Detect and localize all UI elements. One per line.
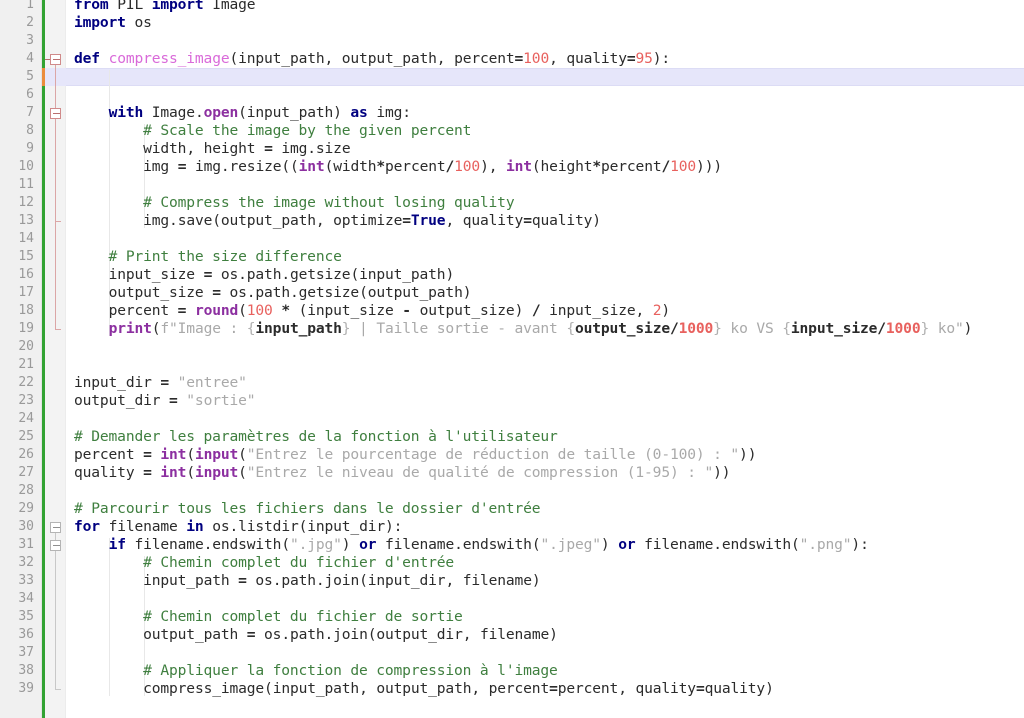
code-line[interactable]: percent = int(input("Entrez le pourcenta… [74, 446, 756, 464]
line-number: 16 [18, 267, 34, 282]
line-number: 25 [18, 429, 34, 444]
code-line[interactable]: # Demander les paramètres de la fonction… [74, 428, 558, 446]
line-number: 15 [18, 249, 34, 264]
line-number: 7 [26, 105, 34, 120]
line-number: 17 [18, 285, 34, 300]
line-number: 14 [18, 231, 34, 246]
code-line[interactable]: # Chemin complet du fichier d'entrée [74, 554, 454, 572]
code-line[interactable]: # Scale the image by the given percent [74, 122, 471, 140]
fold-connector-arm [45, 59, 50, 60]
code-line[interactable]: print(f"Image : {input_path} | Taille so… [74, 320, 973, 338]
fold-collapse-icon [53, 59, 60, 60]
code-line[interactable]: import os [74, 14, 152, 32]
line-number: 28 [18, 483, 34, 498]
line-number: 33 [18, 573, 34, 588]
line-number: 22 [18, 375, 34, 390]
line-number: 9 [26, 141, 34, 156]
code-line[interactable]: def compress_image(input_path, output_pa… [74, 50, 670, 68]
line-number: 39 [18, 681, 34, 696]
code-line[interactable]: # Parcourir tous les fichiers dans le do… [74, 500, 541, 518]
code-line[interactable]: img = img.resize((int(width*percent/100)… [74, 158, 722, 176]
fold-collapse-icon [53, 527, 60, 528]
line-number: 19 [18, 321, 34, 336]
fold-region-line [55, 551, 56, 689]
line-number: 30 [18, 519, 34, 534]
caret-line-highlight [66, 68, 1024, 86]
code-line[interactable]: # Chemin complet du fichier de sortie [74, 608, 463, 626]
fold-marker-for-filename[interactable] [50, 522, 61, 533]
code-line[interactable]: if filename.endswith(".jpg") or filename… [74, 536, 869, 554]
fold-region-end [55, 329, 61, 330]
line-number: 12 [18, 195, 34, 210]
line-number: 13 [18, 213, 34, 228]
code-line[interactable]: from PIL import Image [74, 0, 256, 14]
code-line[interactable]: output_dir = "sortie" [74, 392, 256, 410]
line-number: 21 [18, 357, 34, 372]
fold-region-end [55, 689, 61, 690]
line-number: 29 [18, 501, 34, 516]
line-number: 2 [26, 15, 34, 30]
line-number: 3 [26, 33, 34, 48]
line-number: 11 [18, 177, 34, 192]
code-line[interactable]: compress_image(input_path, output_path, … [74, 680, 774, 698]
fold-marker-if-endswith[interactable] [50, 540, 61, 551]
line-number: 24 [18, 411, 34, 426]
fold-marker-def-compress-image[interactable] [50, 54, 61, 65]
fold-collapse-icon [53, 545, 60, 546]
code-line[interactable]: input_dir = "entree" [74, 374, 247, 392]
line-number: 31 [18, 537, 34, 552]
line-number: 20 [18, 339, 34, 354]
line-number: 5 [26, 69, 34, 84]
line-number: 37 [18, 645, 34, 660]
line-number: 8 [26, 123, 34, 138]
line-number: 10 [18, 159, 34, 174]
code-line[interactable]: # Appliquer la fonction de compression à… [74, 662, 558, 680]
line-number: 36 [18, 627, 34, 642]
line-number: 32 [18, 555, 34, 570]
line-number: 38 [18, 663, 34, 678]
fold-region-line [55, 119, 56, 221]
line-number: 1 [26, 0, 34, 12]
line-number: 35 [18, 609, 34, 624]
code-line[interactable]: output_path = os.path.join(output_dir, f… [74, 626, 558, 644]
line-number: 34 [18, 591, 34, 606]
code-line[interactable]: quality = int(input("Entrez le niveau de… [74, 464, 731, 482]
code-line[interactable]: for filename in os.listdir(input_dir): [74, 518, 402, 536]
code-line[interactable]: input_path = os.path.join(input_dir, fil… [74, 572, 540, 590]
line-number: 6 [26, 87, 34, 102]
code-line[interactable]: # Compress the image without losing qual… [74, 194, 515, 212]
code-line[interactable]: width, height = img.size [74, 140, 350, 158]
code-line[interactable]: percent = round(100 * (input_size - outp… [74, 302, 671, 320]
line-number: 4 [26, 51, 34, 66]
code-line[interactable]: # Print the size difference [74, 248, 342, 266]
line-number: 26 [18, 447, 34, 462]
line-number: 18 [18, 303, 34, 318]
code-line[interactable]: with Image.open(input_path) as img: [74, 104, 411, 122]
code-line[interactable]: output_size = os.path.getsize(output_pat… [74, 284, 472, 302]
fold-collapse-icon [53, 113, 60, 114]
line-number: 23 [18, 393, 34, 408]
code-line[interactable]: img.save(output_path, optimize=True, qua… [74, 212, 601, 230]
fold-marker-with-image-open[interactable] [50, 108, 61, 119]
code-line[interactable]: input_size = os.path.getsize(input_path) [74, 266, 455, 284]
line-number: 27 [18, 465, 34, 480]
code-editor[interactable]: 1 2 3 4 5 6 7 8 9 10 11 12 13 14 15 16 17 18 19 20 21 22 23 24 2… [0, 0, 1024, 718]
fold-region-end [55, 221, 61, 222]
